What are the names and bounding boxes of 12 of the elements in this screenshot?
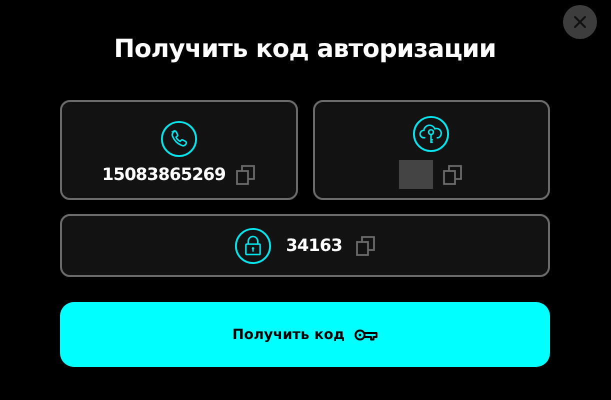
lock-icon [234, 226, 272, 264]
copy-icon[interactable] [356, 236, 376, 256]
phone-icon [160, 120, 198, 158]
copy-icon[interactable] [443, 164, 464, 184]
get-code-button[interactable]: Получить код [60, 302, 550, 367]
auth-code: 34163 [286, 236, 342, 256]
cloud-key-icon [412, 115, 450, 153]
phone-number: 15083865269 [102, 164, 226, 184]
close-icon [573, 15, 587, 29]
key-icon [354, 328, 378, 342]
dialog-title: Получить код авторизации [112, 33, 498, 65]
copy-icon[interactable] [236, 164, 256, 184]
